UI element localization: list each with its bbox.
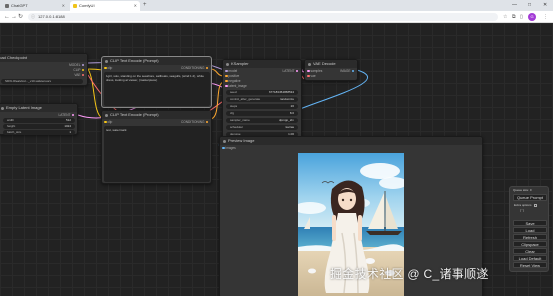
ckpt-name-select[interactable]: SDXL\Realvisxl..._v10.safetensors	[1, 79, 83, 84]
refresh-button[interactable]: Refresh	[513, 234, 547, 240]
clip-output-port[interactable]: CLIP	[73, 68, 85, 72]
window-close-icon[interactable]: ✕	[543, 0, 547, 10]
address-bar: ← → ↻ ⓘ 127.0.0.1:8188 ☆ ⧉ ▯ G ⋮	[0, 11, 553, 23]
browser-tab-strip: ChatGPT ✕ ComfyUI ✕ + — □ ✕	[0, 0, 553, 11]
menu-kebab-icon[interactable]: ⋮	[543, 14, 548, 20]
clip-text-encode-positive-node[interactable]: CLIP Text Encode (Prompt) clip CONDITION…	[101, 56, 212, 108]
node-title[interactable]: VAE Decode	[305, 60, 357, 68]
latent-output-port[interactable]: LATENT	[283, 69, 299, 73]
tab-label: ComfyUI	[79, 3, 95, 8]
height-widget[interactable]: height 1024	[3, 124, 75, 129]
close-tab-icon[interactable]: ✕	[62, 1, 65, 11]
model-input-port[interactable]: model	[224, 69, 237, 73]
save-button[interactable]: Save	[513, 220, 547, 226]
node-title[interactable]: Load Checkpoint	[0, 54, 87, 62]
seed-widget[interactable]: seed 677183454958534	[226, 90, 298, 95]
latent-output-port[interactable]: LATENT	[59, 113, 75, 117]
queue-menu: Queue size: 0 Queue Prompt Extra options…	[509, 186, 549, 272]
control-after-generate-widget[interactable]: control_after_generate randomize	[226, 97, 298, 102]
clip-text-encode-negative-node[interactable]: CLIP Text Encode (Prompt) clip CONDITION…	[101, 110, 212, 184]
samples-input-port[interactable]: samples	[306, 69, 322, 73]
load-button[interactable]: Load	[513, 227, 547, 233]
girl-eye	[349, 198, 353, 202]
chatgpt-favicon-icon	[5, 4, 9, 8]
reload-icon[interactable]: ↻	[18, 13, 23, 21]
bookmark-star-icon[interactable]: ☆	[503, 14, 507, 20]
workflow-canvas[interactable]: Load Checkpoint MODEL CLIP VAE SDXL\Real…	[0, 23, 553, 296]
positive-input-port[interactable]: positive	[224, 74, 239, 78]
scheduler-widget[interactable]: scheduler karras	[226, 125, 298, 130]
node-title[interactable]: CLIP Text Encode (Prompt)	[102, 111, 211, 119]
url-text: 127.0.0.1:8188	[38, 14, 65, 19]
width-widget[interactable]: width 512	[3, 118, 75, 123]
clipspace-button[interactable]: Clipspace	[513, 241, 547, 247]
cloud	[360, 163, 400, 179]
conditioning-output-port[interactable]: CONDITIONING	[181, 120, 209, 124]
load-checkpoint-node[interactable]: Load Checkpoint MODEL CLIP VAE SDXL\Real…	[0, 53, 88, 86]
new-tab-icon[interactable]: +	[143, 1, 147, 10]
girl-arm	[332, 215, 336, 241]
queue-size-label: Queue size: 0	[513, 188, 532, 192]
site-info-icon[interactable]: ⓘ	[31, 13, 35, 21]
sidepanel-icon[interactable]: ▯	[520, 14, 523, 20]
comfyui-favicon-icon	[73, 4, 77, 8]
url-input[interactable]: ⓘ 127.0.0.1:8188	[28, 13, 498, 21]
clear-button[interactable]: Clear	[513, 248, 547, 254]
girl-eye	[341, 198, 345, 202]
vae-input-port[interactable]: vae	[306, 74, 316, 78]
positive-prompt-textarea[interactable]: 1girl, solo, standing on the seashore, s…	[104, 72, 210, 106]
reset-view-button[interactable]: Reset View	[513, 262, 547, 268]
girl-arm	[358, 215, 362, 241]
watermark-text: 掘金技术社区 @ C_诸事顺遂	[330, 267, 489, 281]
maximize-icon[interactable]: □	[528, 0, 531, 10]
cfg-widget[interactable]: cfg 8.0	[226, 111, 298, 116]
negative-input-port[interactable]: negative	[224, 79, 241, 83]
vae-output-port[interactable]: VAE	[74, 73, 85, 77]
vae-decode-node[interactable]: VAE Decode samples vae IMAGE	[304, 59, 358, 81]
images-input-port[interactable]: images	[221, 146, 236, 150]
sailboat-hull	[366, 231, 402, 235]
conditioning-output-port[interactable]: CONDITIONING	[181, 66, 209, 70]
node-title[interactable]: Empty Latent Image	[0, 104, 77, 112]
clip-input-port[interactable]: clip	[103, 66, 112, 70]
load-default-button[interactable]: Load Default	[513, 255, 547, 261]
tab-chatgpt[interactable]: ChatGPT ✕	[2, 1, 68, 11]
seagull-standing	[308, 268, 316, 274]
extra-options-checkbox[interactable]: Extra options	[514, 203, 538, 207]
profile-avatar[interactable]: G	[528, 13, 536, 21]
back-icon[interactable]: ←	[4, 13, 10, 21]
queue-view-toggle[interactable]: ┌ ┐	[519, 208, 525, 212]
queue-prompt-button[interactable]: Queue Prompt	[513, 194, 547, 201]
tab-comfyui[interactable]: ComfyUI ✕	[70, 1, 140, 11]
negative-prompt-textarea[interactable]: text, watermark	[104, 126, 210, 182]
steps-widget[interactable]: steps 20	[226, 104, 298, 109]
extensions-icon[interactable]: ⧉	[512, 14, 516, 20]
checkbox-icon[interactable]	[534, 203, 538, 207]
tab-label: ChatGPT	[11, 3, 28, 8]
node-title[interactable]: Preview Image	[220, 137, 482, 145]
node-title[interactable]: CLIP Text Encode (Prompt)	[102, 57, 211, 65]
model-output-port[interactable]: MODEL	[69, 63, 85, 67]
latent-image-input-port[interactable]: latent_image	[224, 84, 247, 88]
node-title[interactable]: KSampler	[223, 60, 301, 68]
clip-input-port[interactable]: clip	[103, 120, 112, 124]
minimize-icon[interactable]: —	[512, 0, 517, 10]
close-tab-icon[interactable]: ✕	[134, 1, 137, 11]
empty-latent-image-node[interactable]: Empty Latent Image LATENT width 512 heigh…	[0, 103, 78, 135]
sampler-name-widget[interactable]: sampler_name dpmpp_2m	[226, 118, 298, 123]
forward-icon[interactable]: →	[11, 13, 17, 21]
batch-size-widget[interactable]: batch_size 1	[3, 130, 75, 135]
image-output-port[interactable]: IMAGE	[340, 69, 355, 73]
